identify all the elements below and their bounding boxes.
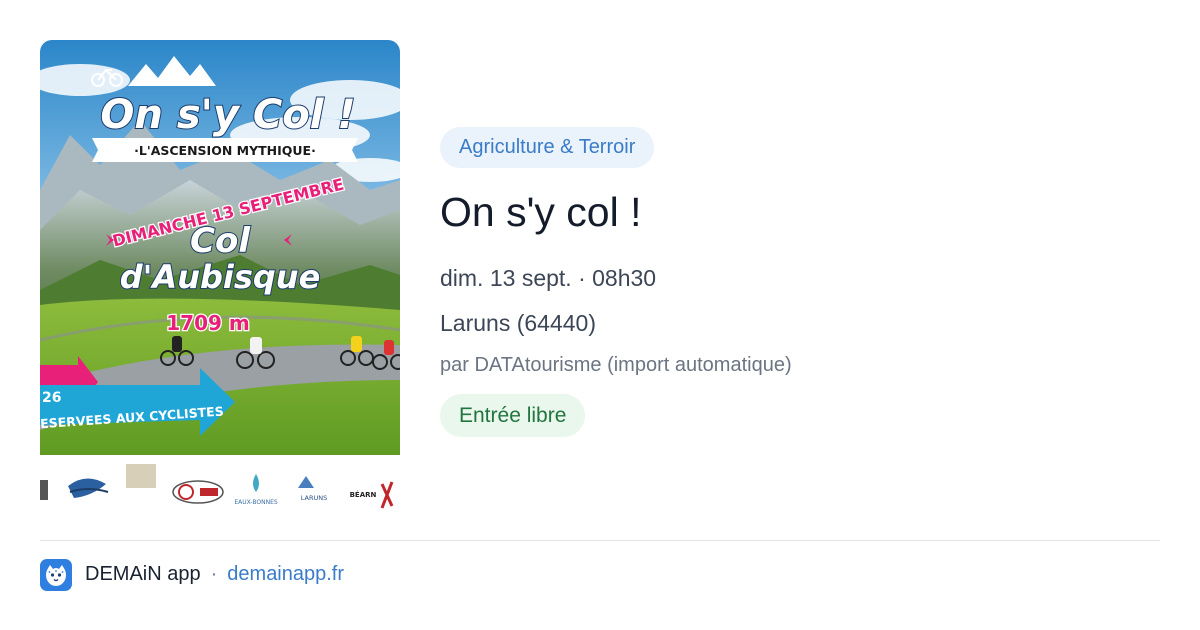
footer-divider <box>40 540 1160 541</box>
poster-title: On s'y Col ! <box>100 92 355 138</box>
category-tag[interactable]: Agriculture & Terroir <box>440 127 655 168</box>
sponsor-laruns: LARUNS <box>301 494 327 502</box>
footer: DEMAiN app · demainapp.fr <box>40 558 344 591</box>
poster-col-line2: d'Aubisque <box>120 258 321 296</box>
poster-col-line1: Col <box>190 221 251 261</box>
poster-subtitle: ·L'ASCENSION MYTHIQUE· <box>134 143 316 158</box>
sponsor-bearn: BÉARN <box>350 490 377 499</box>
sponsor-eaux-bonnes: EAUX-BONNES <box>234 499 278 506</box>
share-card: On s'y Col ! ·L'ASCENSION MYTHIQUE· DIMA… <box>0 0 1200 630</box>
app-name: DEMAiN app <box>85 563 201 585</box>
app-domain-link[interactable]: demainapp.fr <box>227 563 344 586</box>
event-title[interactable]: On s'y col ! <box>440 186 642 238</box>
poster-altitude: 1709 m <box>166 311 249 335</box>
event-organizer: par DATAtourisme (import automatique) <box>440 354 792 376</box>
event-poster-image[interactable]: On s'y Col ! ·L'ASCENSION MYTHIQUE· DIMA… <box>40 40 400 512</box>
poster-banner-number: 26 <box>42 390 61 406</box>
event-location: Laruns (64440) <box>440 310 596 336</box>
footer-separator: · <box>210 563 218 585</box>
demain-leopard-logo-icon[interactable] <box>40 558 72 591</box>
event-datetime: dim. 13 sept. · 08h30 <box>440 265 657 291</box>
price-badge: Entrée libre <box>440 394 586 437</box>
